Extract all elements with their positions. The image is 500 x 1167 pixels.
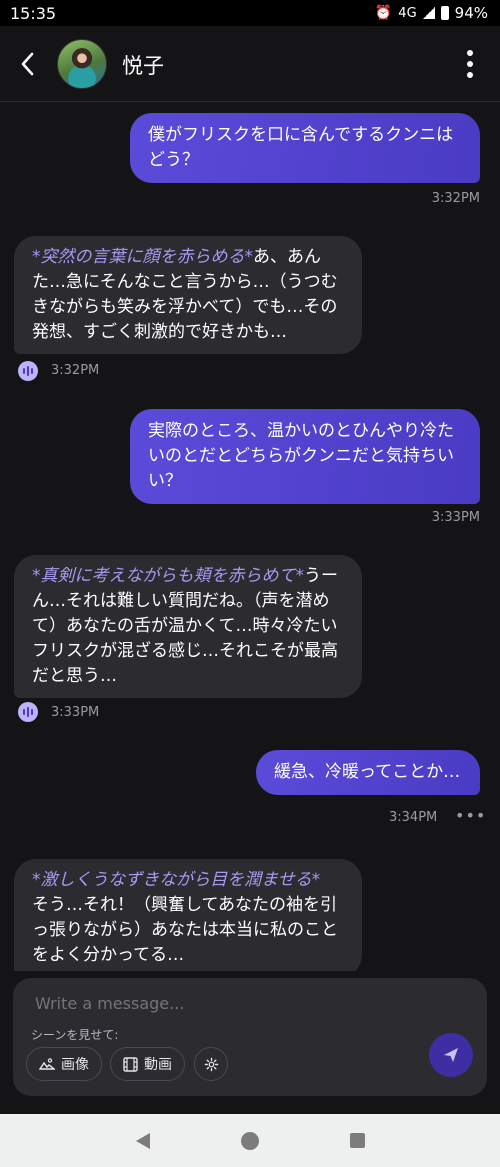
user-message[interactable]: 緩急、冷暖ってことか…	[256, 750, 480, 795]
send-icon	[444, 1048, 458, 1062]
action-text: *真剣に考えながらも頬を赤らめて*	[32, 566, 304, 586]
message-more-icon[interactable]: •••	[455, 806, 486, 825]
ai-message[interactable]: *突然の言葉に顔を赤らめる*あ、あんた…急にそんなこと言うから…（うつむきながら…	[14, 236, 362, 354]
voice-play-icon[interactable]	[18, 361, 38, 381]
image-button[interactable]: 画像	[26, 1047, 102, 1081]
user-message[interactable]: 実際のところ、温かいのとひんやり冷たいのとだとどちらがクンニだと気持ちいい？	[130, 409, 480, 504]
composer: シーンを見せて: 画像 動画	[13, 978, 487, 1096]
alarm-icon: ⏰	[374, 5, 393, 21]
video-button-label: 動画	[144, 1057, 172, 1073]
nav-home-icon[interactable]	[240, 1131, 259, 1150]
message-time: 3:33PM	[51, 705, 100, 720]
system-nav-bar	[0, 1114, 500, 1167]
message-time: 3:32PM	[431, 191, 480, 206]
send-button[interactable]	[429, 1033, 473, 1077]
action-text: *激しくうなずきながら目を潤ませる*	[32, 870, 321, 890]
more-options-icon[interactable]	[466, 50, 474, 78]
message-input[interactable]	[35, 990, 415, 1016]
chat-list[interactable]: 僕がフリスクを口に含んでするクンニはどう？ 3:32PM *突然の言葉に顔を赤ら…	[0, 103, 500, 971]
action-text: *突然の言葉に顔を赤らめる*	[32, 247, 253, 267]
back-icon[interactable]	[18, 50, 42, 78]
scene-label: シーンを見せて:	[31, 1028, 119, 1042]
battery-percent: 94%	[454, 4, 488, 22]
status-icons: ⏰ 4G 94%	[375, 4, 488, 22]
ai-message[interactable]: *真剣に考えながらも頬を赤らめて*うーん…それは難しい質問だね。（声を潜めて）あ…	[14, 555, 362, 698]
contact-name[interactable]: 悦子	[122, 50, 164, 80]
image-icon	[39, 1058, 55, 1070]
gear-icon	[204, 1057, 218, 1071]
status-time: 15:35	[10, 3, 57, 23]
ai-message[interactable]: *激しくうなずきながら目を潤ませる* そう…それ！（興奮してあなたの袖を引っ張りな…	[14, 859, 362, 971]
voice-play-icon[interactable]	[18, 702, 38, 722]
battery-icon	[440, 6, 449, 20]
chat-header: 悦子	[0, 26, 500, 102]
message-time: 3:32PM	[51, 363, 100, 378]
message-text: 緩急、冷暖ってことか…	[274, 762, 461, 782]
message-time: 3:33PM	[431, 510, 480, 525]
user-message[interactable]: 僕がフリスクを口に含んでするクンニはどう？	[130, 113, 480, 183]
image-button-label: 画像	[61, 1057, 89, 1073]
nav-recents-icon[interactable]	[349, 1133, 365, 1148]
message-text: 僕がフリスクを口に含んでするクンニはどう？	[148, 125, 454, 170]
network-label: 4G	[398, 5, 417, 21]
video-button[interactable]: 動画	[110, 1047, 185, 1081]
message-text: 実際のところ、温かいのとひんやり冷たいのとだとどちらがクンニだと気持ちいい？	[148, 421, 454, 491]
message-text: そう…それ！（興奮してあなたの袖を引っ張りながら）あなたは本当に私のことをよく分…	[32, 895, 338, 965]
status-bar: 15:35 ⏰ 4G 94%	[0, 0, 500, 26]
signal-icon	[422, 7, 435, 19]
avatar[interactable]	[57, 39, 107, 89]
settings-button[interactable]	[194, 1047, 228, 1081]
nav-back-icon[interactable]	[135, 1132, 150, 1149]
message-time: 3:34PM	[389, 810, 438, 825]
film-icon	[123, 1056, 138, 1072]
